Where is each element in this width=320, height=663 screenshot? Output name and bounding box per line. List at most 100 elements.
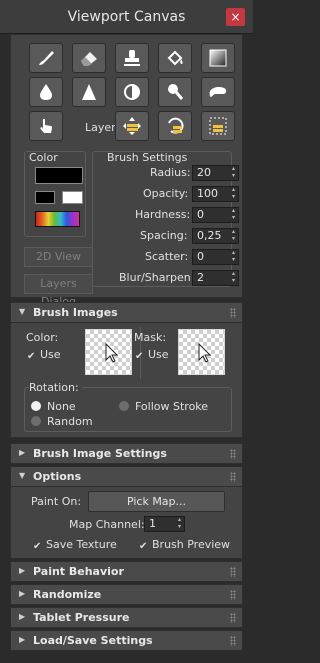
- radius-label: Radius:: [150, 166, 191, 179]
- hand-pointer-icon: [40, 119, 52, 133]
- layer-rotate-icon: [168, 117, 184, 134]
- radio-selected-icon: [31, 401, 41, 411]
- 2d-view-button[interactable]: 2D View: [24, 247, 93, 267]
- checkmark-icon: ✔: [33, 541, 42, 552]
- options-title: Options: [33, 470, 82, 483]
- tablet-pressure-title: Tablet Pressure: [33, 611, 130, 624]
- drag-grip-icon[interactable]: [230, 567, 236, 577]
- cursor-arrow-icon: [105, 342, 119, 363]
- gradient-icon: [209, 49, 227, 67]
- radio-unselected-icon: [119, 401, 129, 411]
- fill-tool-button[interactable]: [158, 43, 192, 73]
- paint-on-label: Paint On:: [31, 495, 82, 508]
- opacity-spinner[interactable]: 100: [192, 186, 239, 202]
- spacing-spinner[interactable]: 0,25: [192, 228, 239, 244]
- smudge-hand-icon: [209, 87, 227, 97]
- blur-sharpen-spinner[interactable]: 2: [192, 270, 239, 286]
- hardness-spinner[interactable]: 0: [192, 207, 239, 223]
- stamp-icon: [124, 50, 140, 66]
- rotation-group: Rotation: None Random Follow Stroke: [24, 381, 232, 432]
- secondary-black-swatch[interactable]: [35, 191, 55, 204]
- drop-icon: [40, 84, 52, 100]
- drag-grip-icon[interactable]: [230, 590, 236, 600]
- drag-grip-icon[interactable]: [230, 449, 236, 459]
- rotation-random-radio[interactable]: Random: [31, 415, 93, 428]
- expand-arrow-icon: ▶: [19, 589, 26, 598]
- options-rollout-header[interactable]: ▼ Options: [10, 466, 243, 487]
- clone-stamp-tool-button[interactable]: [115, 43, 149, 73]
- collapse-arrow-icon: ▼: [19, 307, 26, 316]
- layer-transform-button[interactable]: [115, 111, 149, 141]
- load-save-settings-rollout-header[interactable]: ▶ Load/Save Settings: [10, 630, 243, 651]
- scatter-label: Scatter:: [145, 250, 189, 263]
- color-palette-grid[interactable]: [35, 211, 80, 227]
- checkmark-icon: ✔: [135, 351, 144, 362]
- eraser-icon: [81, 52, 97, 66]
- rotation-title: Rotation:: [29, 381, 82, 394]
- brush-color-label: Color:: [26, 331, 59, 344]
- gradient-tool-button[interactable]: [201, 43, 235, 73]
- magnifier-icon: [168, 84, 184, 100]
- eraser-tool-button[interactable]: [72, 43, 106, 73]
- pick-map-button[interactable]: Pick Map...: [88, 491, 225, 512]
- blur-sharpen-label: Blur/Sharpen:: [119, 271, 195, 284]
- opacity-label: Opacity:: [143, 187, 189, 200]
- options-body: Paint On: Pick Map... Map Channel: 1 ✔Sa…: [10, 487, 243, 559]
- randomize-title: Randomize: [33, 588, 102, 601]
- checkmark-icon: ✔: [139, 541, 148, 552]
- radio-unselected-icon: [31, 416, 41, 426]
- color-group-title: Color: [29, 151, 58, 164]
- hardness-label: Hardness:: [135, 208, 191, 221]
- brush-settings-title: Brush Settings: [107, 151, 188, 164]
- brush-mask-image[interactable]: [178, 329, 225, 375]
- radius-spinner[interactable]: 20: [192, 165, 239, 181]
- fill-bucket-icon: [167, 50, 183, 66]
- drag-grip-icon[interactable]: [230, 308, 236, 318]
- brush-mask-use-checkbox[interactable]: ✔ Use: [135, 348, 169, 362]
- tablet-pressure-rollout-header[interactable]: ▶ Tablet Pressure: [10, 607, 243, 628]
- foreground-color-swatch[interactable]: [35, 167, 83, 184]
- sharpen-tool-button[interactable]: [72, 77, 106, 107]
- dodge-burn-tool-button[interactable]: [158, 77, 192, 107]
- collapse-arrow-icon: ▼: [19, 471, 26, 480]
- brush-color-image[interactable]: [85, 329, 132, 375]
- close-button[interactable]: ×: [226, 8, 245, 26]
- brush-settings-group: Brush Settings Radius: 20 Opacity: 100 H…: [92, 151, 239, 287]
- brush-color-use-checkbox[interactable]: ✔ Use: [27, 348, 61, 362]
- drag-grip-icon[interactable]: [230, 613, 236, 623]
- smudge-tool-button[interactable]: [201, 77, 235, 107]
- move-layer-tool-button[interactable]: [29, 111, 63, 141]
- background-color-swatch[interactable]: [62, 191, 83, 204]
- paint-behavior-title: Paint Behavior: [33, 565, 124, 578]
- spacing-label: Spacing:: [140, 229, 188, 242]
- triangle-icon: [82, 84, 96, 100]
- window-title: Viewport Canvas: [67, 9, 186, 25]
- expand-arrow-icon: ▶: [19, 612, 26, 621]
- brush-images-body: Color: ✔ Use Mask: ✔ Use Rotation: None Ra…: [10, 323, 243, 438]
- tools-panel: Layer: Color Brush Settings Radius: 20 O…: [10, 34, 243, 308]
- map-channel-label: Map Channel:: [69, 518, 145, 531]
- expand-arrow-icon: ▶: [19, 635, 26, 644]
- rotation-follow-stroke-radio[interactable]: Follow Stroke: [119, 400, 208, 413]
- drag-grip-icon[interactable]: [230, 636, 236, 646]
- layer-scale-icon: [209, 117, 227, 135]
- layers-dialog-button[interactable]: Layers Dialog: [24, 274, 93, 308]
- brush-image-settings-title: Brush Image Settings: [33, 447, 167, 460]
- blur-tool-button[interactable]: [29, 77, 63, 107]
- drag-grip-icon[interactable]: [230, 472, 236, 482]
- brush-preview-checkbox[interactable]: ✔ Brush Preview: [139, 538, 230, 552]
- paint-behavior-rollout-header[interactable]: ▶ Paint Behavior: [10, 561, 243, 582]
- brush-image-settings-rollout-header[interactable]: ▶ Brush Image Settings: [10, 443, 243, 464]
- cursor-arrow-icon: [198, 342, 212, 363]
- brush-images-rollout-header[interactable]: ▼ Brush Images: [10, 302, 243, 323]
- paint-brush-icon: [39, 51, 54, 65]
- save-texture-checkbox[interactable]: ✔ Save Texture: [33, 538, 117, 552]
- contrast-tool-button[interactable]: [115, 77, 149, 107]
- map-channel-spinner[interactable]: 1: [144, 516, 185, 532]
- rotation-none-radio[interactable]: None: [31, 400, 76, 413]
- layer-scale-button[interactable]: [201, 111, 235, 141]
- layer-rotate-button[interactable]: [158, 111, 192, 141]
- paint-brush-tool-button[interactable]: [29, 43, 63, 73]
- randomize-rollout-header[interactable]: ▶ Randomize: [10, 584, 243, 605]
- scatter-spinner[interactable]: 0: [192, 249, 239, 265]
